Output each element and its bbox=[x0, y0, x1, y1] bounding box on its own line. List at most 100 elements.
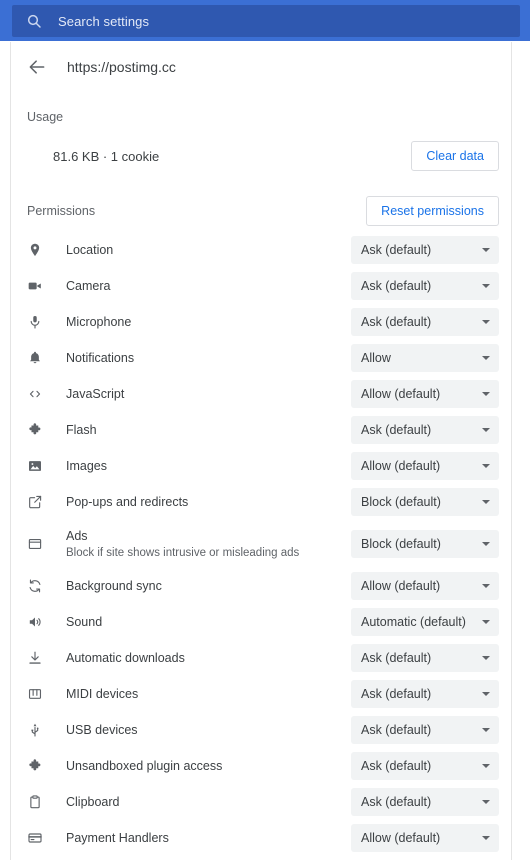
permission-name: Notifications bbox=[66, 351, 135, 365]
usage-row: 81.6 KB · 1 cookie Clear data bbox=[11, 132, 511, 180]
permission-select[interactable]: Block (default) bbox=[351, 530, 499, 558]
permission-row: Background sync Allow (default) bbox=[11, 568, 511, 604]
permission-labels: Camera bbox=[53, 278, 351, 294]
chevron-down-icon bbox=[482, 764, 490, 768]
site-url-label: https://postimg.cc bbox=[67, 59, 176, 75]
chevron-down-icon bbox=[482, 428, 490, 432]
permission-select-value: Allow (default) bbox=[361, 387, 441, 401]
permission-select[interactable]: Automatic (default) bbox=[351, 608, 499, 636]
permission-labels: Background sync bbox=[53, 578, 351, 594]
permission-select-value: Ask (default) bbox=[361, 243, 432, 257]
permission-select[interactable]: Allow (default) bbox=[351, 380, 499, 408]
window-icon bbox=[26, 535, 44, 553]
usb-icon bbox=[26, 721, 44, 739]
permission-select[interactable]: Ask (default) bbox=[351, 752, 499, 780]
permission-select-value: Automatic (default) bbox=[361, 615, 466, 629]
permissions-header: Permissions Reset permissions bbox=[11, 194, 511, 228]
permission-name: Ads bbox=[66, 528, 88, 543]
permission-select-value: Ask (default) bbox=[361, 315, 432, 329]
permission-labels: Payment Handlers bbox=[53, 830, 351, 846]
permission-select[interactable]: Allow bbox=[351, 344, 499, 372]
chevron-down-icon bbox=[482, 500, 490, 504]
top-bar: Search settings bbox=[0, 0, 530, 41]
permission-select-value: Ask (default) bbox=[361, 651, 432, 665]
permission-name: JavaScript bbox=[66, 387, 125, 401]
permission-row: Notifications Allow bbox=[11, 340, 511, 376]
permission-row: Payment Handlers Allow (default) bbox=[11, 820, 511, 856]
permission-select-value: Block (default) bbox=[361, 495, 441, 509]
search-settings-field[interactable]: Search settings bbox=[12, 5, 520, 37]
reset-permissions-button[interactable]: Reset permissions bbox=[366, 196, 499, 226]
permission-labels: Sound bbox=[53, 614, 351, 630]
permission-select[interactable]: Block (default) bbox=[351, 488, 499, 516]
permission-name: MIDI devices bbox=[66, 687, 139, 701]
back-arrow-icon[interactable] bbox=[27, 57, 47, 77]
permission-name: Pop-ups and redirects bbox=[66, 495, 189, 509]
permission-labels: Images bbox=[53, 458, 351, 474]
permission-labels: USB devices bbox=[53, 722, 351, 738]
permission-select[interactable]: Ask (default) bbox=[351, 272, 499, 300]
chevron-down-icon bbox=[482, 656, 490, 660]
permission-row: Sound Automatic (default) bbox=[11, 604, 511, 640]
chevron-down-icon bbox=[482, 284, 490, 288]
permission-row: Camera Ask (default) bbox=[11, 268, 511, 304]
permission-select-value: Allow (default) bbox=[361, 831, 441, 845]
puzzle-piece-icon bbox=[26, 757, 44, 775]
permission-name: Background sync bbox=[66, 579, 162, 593]
download-icon bbox=[26, 649, 44, 667]
permission-name: Microphone bbox=[66, 315, 132, 329]
chevron-down-icon bbox=[482, 356, 490, 360]
permission-select[interactable]: Ask (default) bbox=[351, 680, 499, 708]
permission-row: Ads Block if site shows intrusive or misl… bbox=[11, 520, 511, 568]
permission-row: USB devices Ask (default) bbox=[11, 712, 511, 748]
permission-labels: Clipboard bbox=[53, 794, 351, 810]
chevron-down-icon bbox=[482, 542, 490, 546]
permission-name: Flash bbox=[66, 423, 97, 437]
permission-select[interactable]: Ask (default) bbox=[351, 788, 499, 816]
chevron-down-icon bbox=[482, 248, 490, 252]
clipboard-icon bbox=[26, 793, 44, 811]
permission-name: Sound bbox=[66, 615, 103, 629]
image-icon bbox=[26, 457, 44, 475]
settings-site-details-page: Search settings https://postimg.cc Usage… bbox=[0, 0, 530, 860]
usage-section-title: Usage bbox=[27, 110, 64, 124]
permission-select[interactable]: Allow (default) bbox=[351, 572, 499, 600]
permission-row: Pop-ups and redirects Block (default) bbox=[11, 484, 511, 520]
chevron-down-icon bbox=[482, 620, 490, 624]
permission-name: Clipboard bbox=[66, 795, 120, 809]
credit-card-icon bbox=[26, 829, 44, 847]
permission-select-value: Ask (default) bbox=[361, 759, 432, 773]
permission-select[interactable]: Ask (default) bbox=[351, 416, 499, 444]
permission-select-value: Allow bbox=[361, 351, 391, 365]
permission-labels: JavaScript bbox=[53, 386, 351, 402]
chevron-down-icon bbox=[482, 692, 490, 696]
settings-card: https://postimg.cc Usage 81.6 KB · 1 coo… bbox=[10, 42, 512, 860]
permission-select[interactable]: Ask (default) bbox=[351, 716, 499, 744]
permission-select[interactable]: Allow (default) bbox=[351, 824, 499, 852]
permission-row: MIDI devices Ask (default) bbox=[11, 676, 511, 712]
usage-detail-text: 81.6 KB · 1 cookie bbox=[53, 148, 160, 164]
permission-select[interactable]: Ask (default) bbox=[351, 236, 499, 264]
microphone-icon bbox=[26, 313, 44, 331]
permission-select[interactable]: Ask (default) bbox=[351, 308, 499, 336]
permission-select[interactable]: Allow (default) bbox=[351, 452, 499, 480]
permission-row: Clipboard Ask (default) bbox=[11, 784, 511, 820]
puzzle-piece-icon bbox=[26, 421, 44, 439]
external-link-icon bbox=[26, 493, 44, 511]
permission-row: Microphone Ask (default) bbox=[11, 304, 511, 340]
permission-select-value: Block (default) bbox=[361, 537, 441, 551]
permission-row: Flash Ask (default) bbox=[11, 412, 511, 448]
clear-data-button[interactable]: Clear data bbox=[411, 141, 499, 171]
chevron-down-icon bbox=[482, 392, 490, 396]
chevron-down-icon bbox=[482, 320, 490, 324]
permission-row: JavaScript Allow (default) bbox=[11, 376, 511, 412]
permission-labels: Flash bbox=[53, 422, 351, 438]
permission-select[interactable]: Ask (default) bbox=[351, 644, 499, 672]
bell-icon bbox=[26, 349, 44, 367]
permission-labels: Ads Block if site shows intrusive or misl… bbox=[53, 528, 351, 561]
search-icon bbox=[26, 13, 42, 29]
permission-labels: Unsandboxed plugin access bbox=[53, 758, 351, 774]
permission-select-value: Ask (default) bbox=[361, 687, 432, 701]
permission-select-value: Ask (default) bbox=[361, 723, 432, 737]
permission-name: Location bbox=[66, 243, 114, 257]
